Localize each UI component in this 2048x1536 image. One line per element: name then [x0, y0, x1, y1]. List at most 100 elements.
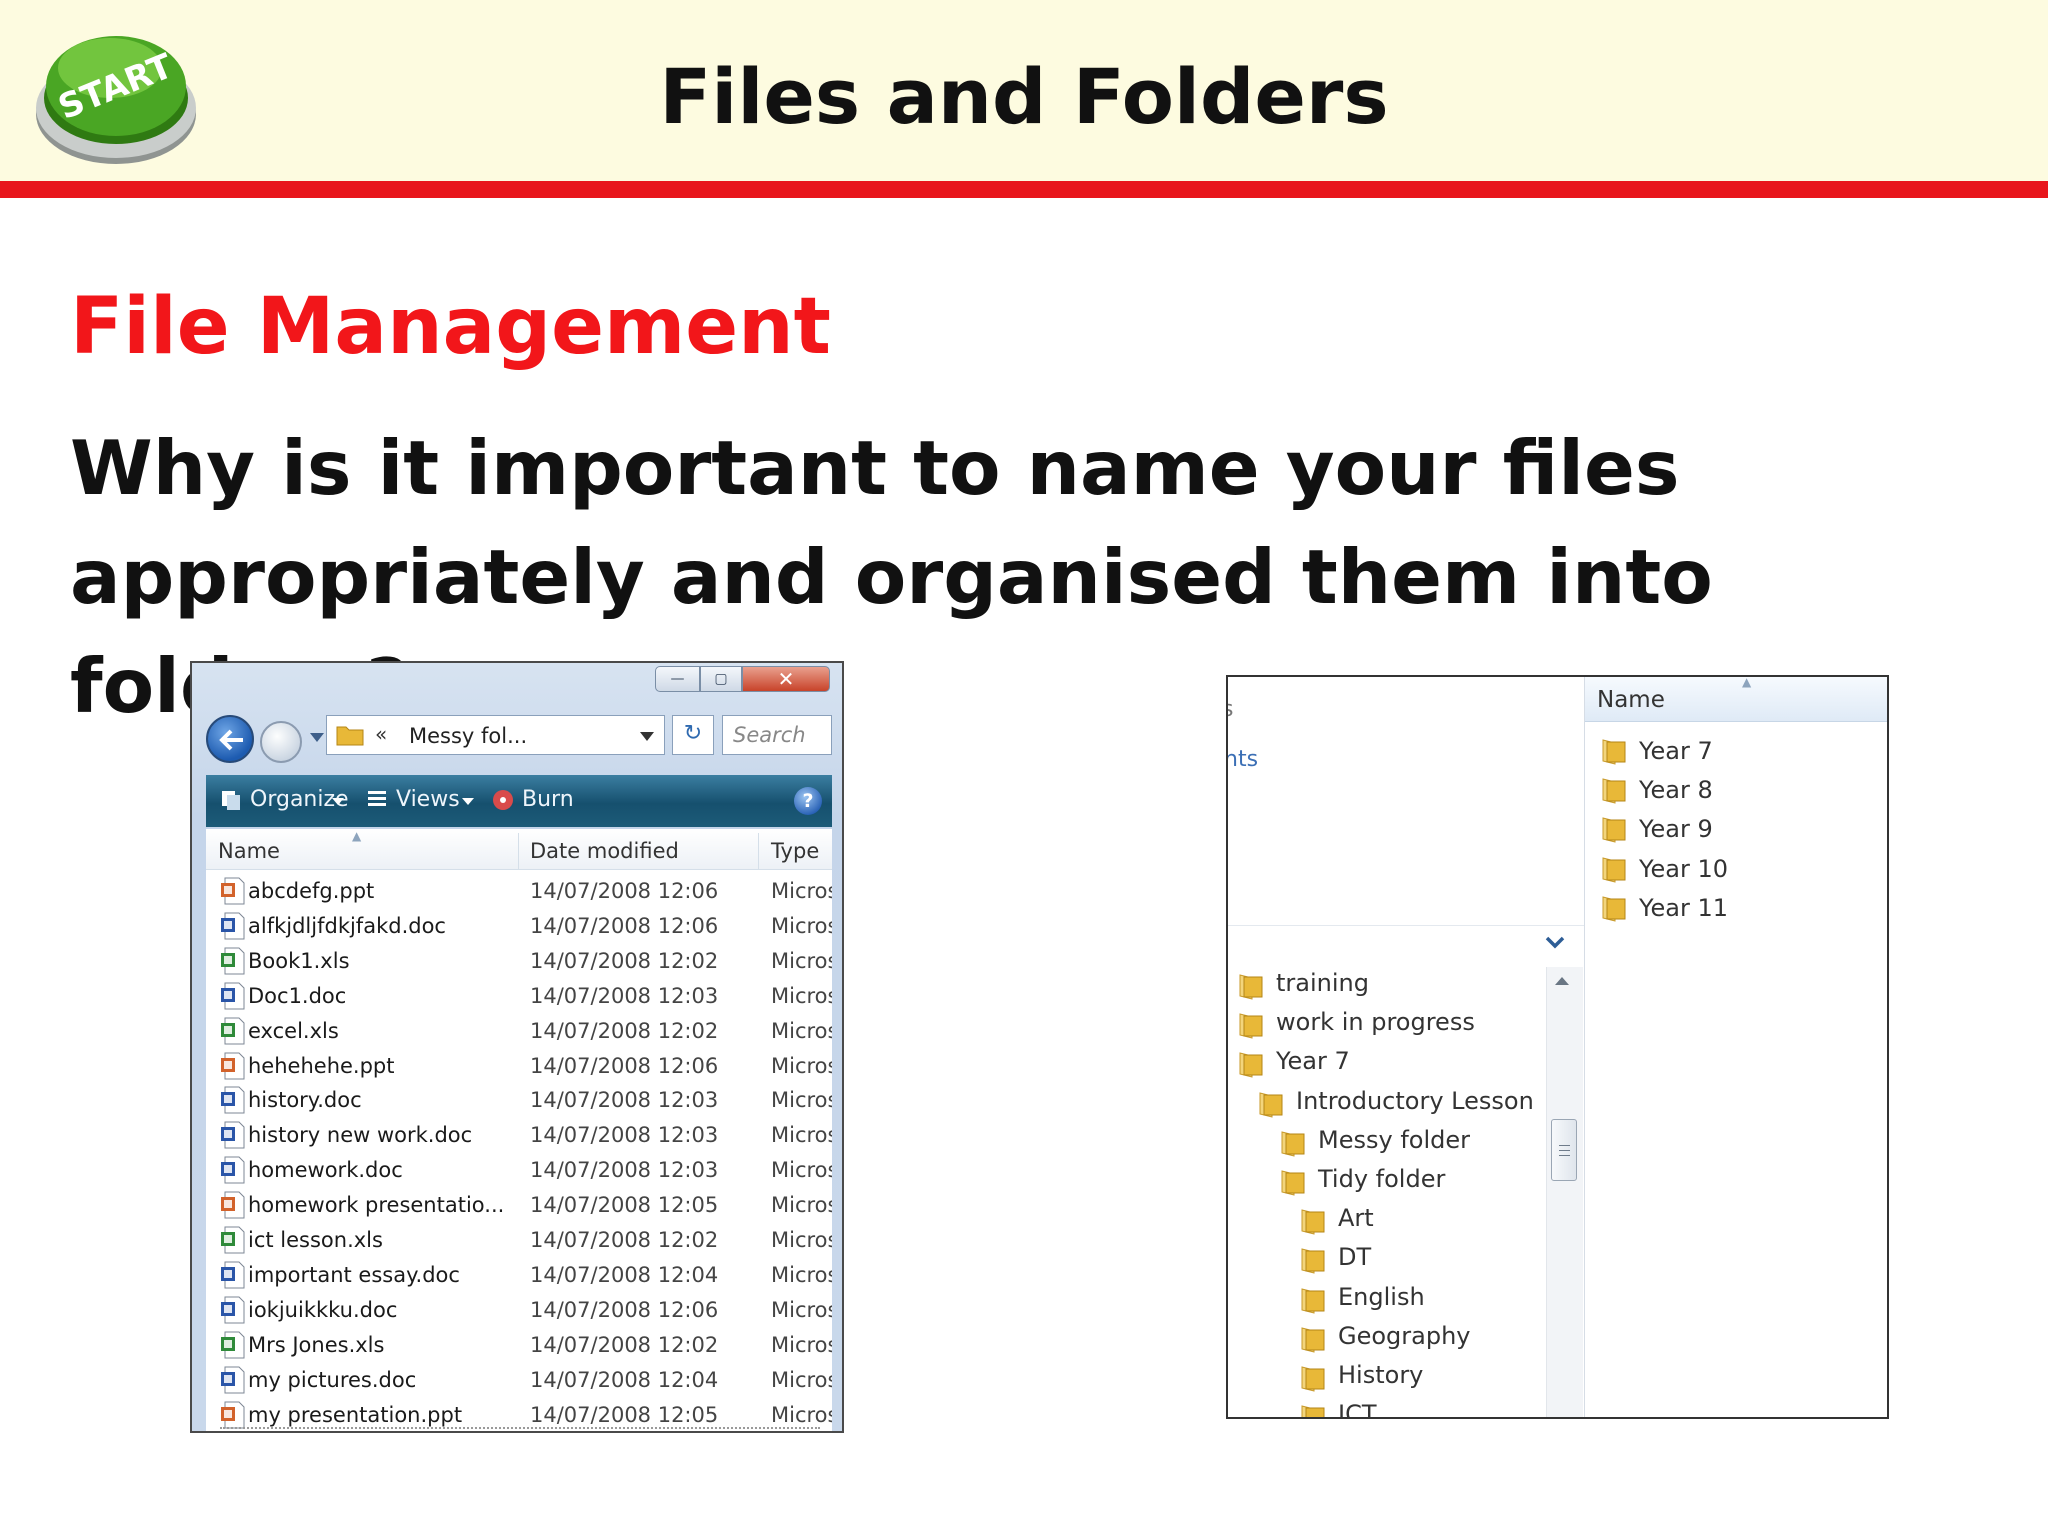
search-input[interactable]: Search: [722, 715, 832, 755]
file-date-modified: 14/07/2008 12:02: [530, 1332, 719, 1357]
file-row[interactable]: excel.xls 14/07/2008 12:02 Micros: [206, 1015, 832, 1049]
refresh-icon[interactable]: ↻: [672, 715, 714, 755]
file-type: Micros: [771, 983, 832, 1008]
file-name: homework presentatio...: [248, 1193, 505, 1218]
file-type: Micros: [771, 1262, 832, 1287]
help-icon[interactable]: ?: [794, 787, 822, 815]
organize-dropdown-icon[interactable]: [332, 798, 344, 805]
messy-folder-window: — ▢ ✕ « Messy fol... ↻ Search Organize V…: [190, 661, 844, 1433]
file-type: Micros: [771, 879, 832, 903]
file-row[interactable]: history new work.doc 14/07/2008 12:03 Micr…: [206, 1119, 832, 1153]
question-line-1: Why is it important to name your files: [70, 424, 1680, 512]
column-divider[interactable]: [518, 833, 519, 869]
file-row[interactable]: ict lesson.xls 14/07/2008 12:02 Micros: [206, 1224, 832, 1258]
tree-item-label: DT: [1338, 1243, 1372, 1272]
file-name: my presentation.ppt: [248, 1402, 463, 1427]
folder-item-label: Year 10: [1639, 854, 1728, 883]
sort-arrow-icon: ▲: [352, 829, 362, 843]
tree-item-label: work in progress: [1276, 1008, 1475, 1037]
file-date-modified: 14/07/2008 12:02: [530, 948, 719, 973]
column-name[interactable]: Name: [1597, 687, 1665, 713]
file-name: Book1.xls: [248, 948, 350, 973]
folder-item-label: Year 11: [1639, 893, 1728, 922]
section-subtitle: File Management: [70, 282, 831, 372]
file-type: Micros: [771, 913, 832, 938]
address-bar[interactable]: « Messy fol...: [326, 715, 665, 755]
ppt-file-icon: [221, 1401, 245, 1428]
tree-item-label: Geography: [1338, 1321, 1471, 1350]
chevron-down-icon[interactable]: [1544, 934, 1566, 950]
doc-file-icon: [221, 1366, 245, 1394]
xls-file-icon: [221, 1331, 245, 1359]
folder-item-label: Year 7: [1639, 737, 1713, 765]
file-name: iokjuikkku.doc: [248, 1297, 398, 1322]
folder-icon: [1602, 739, 1626, 765]
folder-icon: [1301, 1248, 1325, 1275]
file-row[interactable]: iokjuikkku.doc 14/07/2008 12:06 Micros: [206, 1294, 832, 1328]
column-date-modified[interactable]: Date modified: [530, 839, 679, 863]
file-date-modified: 14/07/2008 12:06: [530, 913, 719, 938]
tree-item-label: Year 7: [1276, 1047, 1350, 1076]
doc-file-icon: [221, 1296, 245, 1324]
ppt-file-icon: [221, 1191, 245, 1219]
address-dropdown-icon[interactable]: [640, 732, 654, 741]
file-date-modified: 14/07/2008 12:03: [530, 983, 719, 1008]
back-button[interactable]: [206, 715, 254, 763]
organize-icon: [222, 791, 240, 810]
file-date-modified: 14/07/2008 12:06: [530, 879, 719, 903]
file-date-modified: 14/07/2008 12:06: [530, 1053, 719, 1078]
views-icon: [368, 791, 386, 806]
file-row[interactable]: hehehehe.ppt 14/07/2008 12:06 Micros: [206, 1050, 832, 1084]
folder-icon: [1301, 1209, 1325, 1235]
file-row[interactable]: homework.doc 14/07/2008 12:03 Micros: [206, 1154, 832, 1188]
nav-link-fragment[interactable]: nts: [1228, 747, 1258, 772]
file-name: homework.doc: [248, 1158, 403, 1183]
folder-icon: [1301, 1366, 1325, 1392]
navigation-pane: s nts training work in progress Year 7 Intr…: [1228, 677, 1585, 1417]
recent-pages-caret-icon[interactable]: [310, 733, 324, 742]
file-row[interactable]: history.doc 14/07/2008 12:03 Micros: [206, 1084, 832, 1118]
maximize-button[interactable]: ▢: [700, 666, 742, 692]
file-date-modified: 14/07/2008 12:05: [530, 1193, 719, 1218]
minimize-button[interactable]: —: [655, 666, 700, 692]
tree-scrollbar[interactable]: [1546, 967, 1583, 1417]
column-type[interactable]: Type: [771, 839, 819, 863]
file-row[interactable]: my pictures.doc 14/07/2008 12:04 Micros: [206, 1364, 832, 1398]
burn-button[interactable]: Burn: [522, 787, 574, 812]
folder-icon: [1602, 817, 1626, 844]
file-type: Micros: [771, 1228, 832, 1252]
close-button[interactable]: ✕: [742, 666, 830, 692]
tree-item-label: Tidy folder: [1318, 1165, 1446, 1193]
file-row[interactable]: Book1.xls 14/07/2008 12:02 Micros: [206, 945, 832, 979]
file-row[interactable]: Doc1.doc 14/07/2008 12:03 Micros: [206, 980, 832, 1014]
file-type: Micros: [771, 1297, 832, 1322]
contents-header: Name ▲: [1585, 677, 1887, 722]
ppt-file-icon: [221, 1052, 245, 1079]
file-date-modified: 14/07/2008 12:06: [530, 1297, 719, 1322]
doc-file-icon: [221, 1156, 245, 1184]
tree-item-label: Art: [1338, 1204, 1374, 1233]
file-row[interactable]: alfkjdljfdkjfakd.doc 14/07/2008 12:06 Micr…: [206, 910, 832, 944]
file-type: Micros: [771, 1158, 832, 1183]
scrollbar-thumb[interactable]: [1551, 1119, 1577, 1181]
column-name[interactable]: Name: [218, 839, 280, 863]
file-type: Micros: [771, 1088, 832, 1113]
folder-icon: [1281, 1170, 1305, 1196]
file-row[interactable]: important essay.doc 14/07/2008 12:04 Micro…: [206, 1259, 832, 1293]
file-row[interactable]: abcdefg.ppt 14/07/2008 12:06 Micros: [206, 875, 832, 909]
folder-icon: [1602, 778, 1626, 804]
views-button[interactable]: Views: [396, 787, 460, 812]
scroll-up-icon[interactable]: [1555, 977, 1569, 985]
file-name: excel.xls: [248, 1018, 339, 1043]
nav-link-fragment[interactable]: s: [1228, 697, 1233, 722]
column-divider[interactable]: [758, 833, 759, 869]
folder-icon: [1301, 1405, 1325, 1417]
folder-icon: [1239, 1052, 1263, 1079]
file-row[interactable]: homework presentatio... 14/07/2008 12:05 M…: [206, 1189, 832, 1223]
file-row[interactable]: Mrs Jones.xls 14/07/2008 12:02 Micros: [206, 1329, 832, 1363]
tree-item-label: ICT: [1338, 1400, 1377, 1417]
doc-file-icon: [221, 1121, 245, 1149]
views-dropdown-icon[interactable]: [462, 798, 474, 805]
command-toolbar: Organize Views Burn ?: [206, 775, 832, 827]
forward-button[interactable]: [260, 721, 302, 763]
